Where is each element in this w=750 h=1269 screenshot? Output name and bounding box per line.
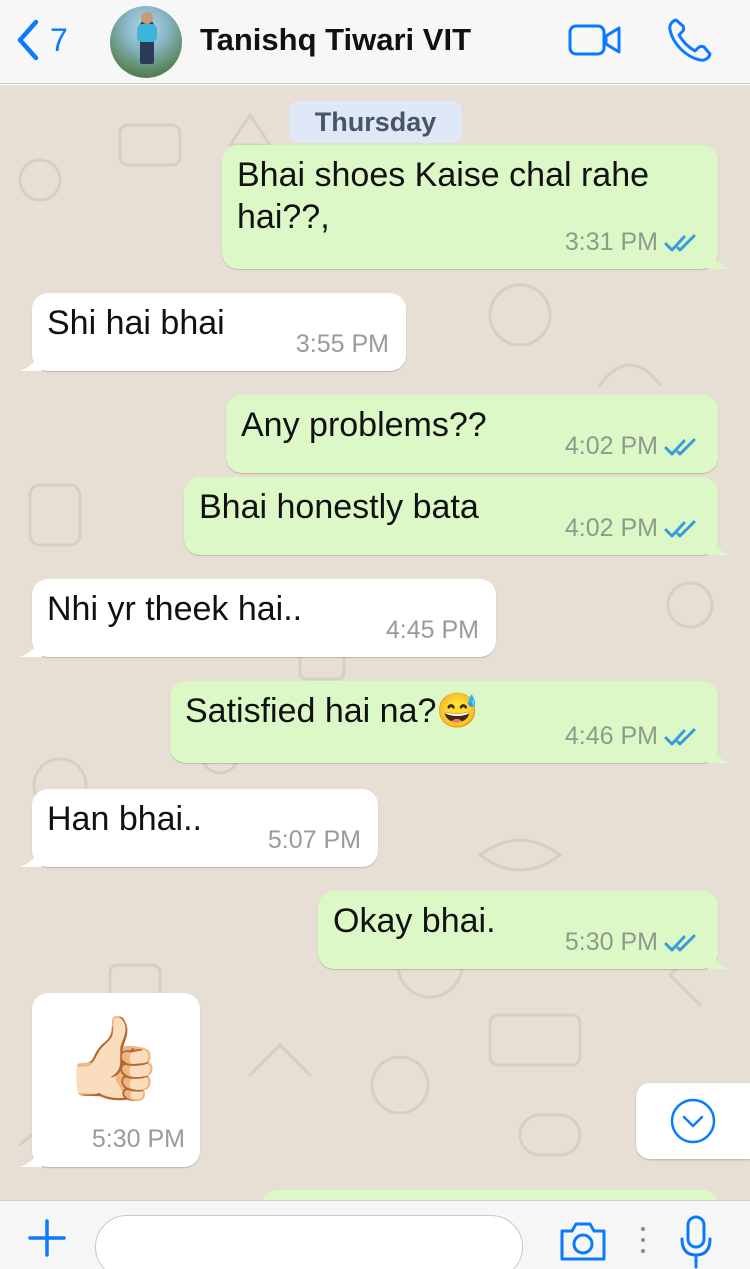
bubble-tail	[20, 635, 42, 657]
chevron-down-circle-icon	[670, 1098, 716, 1144]
separator-dots	[641, 1227, 645, 1253]
message-bubble-outgoing[interactable]: Okay bhai. 5:30 PM	[318, 891, 730, 969]
message-bubble-outgoing[interactable]: Bhai shoes Kaise chal rahe hai??, 3:31 P…	[222, 145, 730, 269]
video-call-icon[interactable]	[568, 22, 622, 58]
message-text: Okay bhai.	[333, 902, 496, 940]
message-text: Shi hai bhai	[47, 304, 225, 342]
unread-count: 7	[50, 21, 68, 58]
message-input[interactable]	[95, 1215, 523, 1269]
message-text: Han bhai..	[47, 800, 202, 838]
bubble-tail	[708, 741, 730, 763]
message-time: 5:30 PM	[564, 928, 658, 956]
double-check-icon	[664, 520, 696, 537]
message-time: 5:30 PM	[91, 1125, 185, 1153]
scroll-to-bottom-button[interactable]	[636, 1083, 750, 1159]
message-text: Nhi yr theek hai..	[47, 590, 303, 628]
bubble-tail	[708, 247, 730, 269]
message-time: 3:31 PM	[564, 228, 658, 256]
message-text: Bhai honestly bata	[199, 488, 479, 526]
message-bubble-incoming[interactable]: Shi hai bhai 3:55 PM	[20, 293, 406, 371]
message-bubble-outgoing[interactable]: Satisfied hai na?😅 4:46 PM	[170, 681, 730, 763]
bubble-tail	[20, 845, 42, 867]
bubble-tail	[708, 947, 730, 969]
avatar[interactable]	[110, 6, 182, 78]
bubble-tail	[708, 533, 730, 555]
chevron-left-icon	[17, 19, 39, 61]
contact-name[interactable]: Tanishq Tiwari VIT	[200, 22, 471, 58]
message-bubble-incoming[interactable]: Han bhai.. 5:07 PM	[20, 789, 378, 867]
phone-icon[interactable]	[666, 16, 714, 64]
thumbs-up-emoji: 👍🏻	[62, 1013, 165, 1104]
back-button[interactable]: 7	[14, 18, 68, 62]
message-time: 3:55 PM	[295, 330, 389, 358]
message-bubble-outgoing-partial	[262, 1190, 718, 1200]
message-time: 5:07 PM	[267, 826, 361, 854]
bubble-tail	[20, 1145, 42, 1167]
bubble-tail	[20, 349, 42, 371]
message-bubble-outgoing[interactable]: Any problems?? 4:02 PM	[226, 395, 718, 473]
message-bubble-outgoing[interactable]: Bhai honestly bata 4:02 PM	[184, 477, 730, 555]
microphone-icon[interactable]	[678, 1215, 714, 1269]
day-separator: Thursday	[289, 101, 462, 143]
input-bar	[0, 1200, 750, 1269]
double-check-icon	[664, 234, 696, 251]
message-time: 4:46 PM	[564, 722, 658, 750]
message-bubble-incoming[interactable]: Nhi yr theek hai.. 4:45 PM	[20, 579, 496, 657]
message-time: 4:02 PM	[564, 514, 658, 542]
message-bubble-incoming[interactable]: 👍🏻 5:30 PM	[20, 993, 200, 1167]
double-check-icon	[664, 438, 696, 455]
chat-header: 7 Tanishq Tiwari VIT	[0, 0, 750, 84]
message-text: Any problems??	[241, 406, 487, 444]
double-check-icon	[664, 934, 696, 951]
camera-icon[interactable]	[558, 1219, 608, 1263]
message-time: 4:45 PM	[385, 616, 479, 644]
double-check-icon	[664, 728, 696, 745]
chat-area[interactable]: Thursday Bhai shoes Kaise chal rahe hai?…	[0, 85, 750, 1200]
message-time: 4:02 PM	[564, 432, 658, 460]
message-text: Satisfied hai na?😅	[185, 692, 479, 730]
message-text: Bhai shoes Kaise chal rahe hai??,	[237, 156, 650, 236]
plus-icon[interactable]	[26, 1217, 68, 1259]
